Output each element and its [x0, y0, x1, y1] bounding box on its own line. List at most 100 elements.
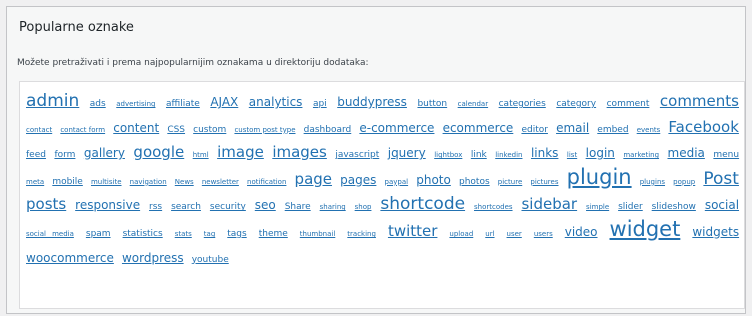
tag-link[interactable]: shop [355, 203, 372, 211]
tag-link[interactable]: newsletter [202, 178, 239, 186]
tag-link[interactable]: categories [499, 99, 546, 109]
tag-link[interactable]: analytics [249, 95, 303, 109]
tag-link[interactable]: security [210, 202, 246, 212]
tag-link[interactable]: shortcode [380, 194, 465, 214]
tag-link[interactable]: youtube [192, 255, 229, 265]
tag-link[interactable]: dashboard [304, 125, 352, 135]
tag-link[interactable]: form [54, 150, 75, 160]
tag-link[interactable]: email [556, 121, 589, 135]
tag-link[interactable]: stats [175, 230, 192, 238]
tag-link[interactable]: jquery [388, 146, 426, 160]
tag-link[interactable]: shortcodes [474, 203, 513, 211]
tag-link[interactable]: affiliate [166, 99, 200, 109]
tag-link[interactable]: widget [610, 217, 681, 241]
tag-link[interactable]: mobile [52, 177, 83, 187]
tag-link[interactable]: posts [26, 195, 66, 213]
tag-link[interactable]: ads [90, 99, 106, 109]
tag-link[interactable]: twitter [388, 222, 437, 240]
tag-link[interactable]: linkedin [495, 151, 522, 159]
tag-link[interactable]: embed [597, 125, 628, 135]
tag-link[interactable]: News [175, 178, 194, 186]
tag-link[interactable]: photo [416, 173, 451, 187]
tag-link[interactable]: pictures [530, 178, 558, 186]
tag-link[interactable]: statistics [123, 229, 163, 239]
tag-link[interactable]: url [485, 230, 494, 238]
tag-link[interactable]: popup [673, 178, 695, 186]
tag-link[interactable]: video [565, 225, 598, 239]
tag-link[interactable]: image [217, 143, 264, 161]
tag-link[interactable]: notification [247, 178, 286, 186]
tag-link[interactable]: social media [26, 230, 74, 238]
tag-link[interactable]: sidebar [521, 195, 577, 213]
tag-link[interactable]: link [471, 150, 487, 160]
tag-link[interactable]: CSS [167, 125, 185, 135]
tag-link[interactable]: links [531, 146, 558, 160]
tag-link[interactable]: simple [586, 203, 609, 211]
tag-link[interactable]: e-commerce [359, 121, 434, 135]
tag-link[interactable]: responsive [75, 198, 140, 212]
tag-link[interactable]: editor [521, 125, 548, 135]
tag-link[interactable]: meta [26, 178, 44, 186]
tag-link[interactable]: picture [498, 178, 522, 186]
tag-link[interactable]: slider [618, 202, 643, 212]
tag-link[interactable]: feed [26, 150, 46, 160]
tag-link[interactable]: sharing [320, 203, 346, 211]
tag-link[interactable]: wordpress [122, 251, 184, 265]
tag-link[interactable]: api [313, 99, 327, 109]
tag-link[interactable]: woocommerce [26, 251, 114, 265]
tag-link[interactable]: gallery [84, 146, 125, 160]
tag-link[interactable]: comment [607, 99, 650, 109]
tag-link[interactable]: search [171, 202, 201, 212]
tag-link[interactable]: seo [255, 198, 276, 212]
tag-link[interactable]: events [637, 126, 661, 134]
tag-link[interactable]: admin [26, 91, 79, 111]
tag-link[interactable]: media [668, 146, 705, 160]
tag-link[interactable]: calendar [458, 100, 488, 108]
tag-link[interactable]: list [567, 151, 577, 159]
tag-link[interactable]: tag [204, 230, 215, 238]
tag-link[interactable]: google [133, 143, 184, 161]
tag-link[interactable]: user [507, 230, 522, 238]
tag-link[interactable]: lightbox [434, 151, 462, 159]
tag-link[interactable]: users [534, 230, 553, 238]
tag-link[interactable]: images [272, 143, 327, 161]
tag-link[interactable]: plugin [567, 165, 632, 189]
tag-link[interactable]: page [295, 170, 332, 188]
tag-link[interactable]: Facebook [668, 118, 738, 136]
tag-link[interactable]: thumbnail [300, 230, 336, 238]
tag-link[interactable]: paypal [385, 178, 409, 186]
tag-link[interactable]: comments [660, 92, 739, 110]
tag-link[interactable]: advertising [116, 100, 155, 108]
tag-link[interactable]: buddypress [337, 95, 407, 109]
tag-link[interactable]: login [586, 146, 615, 160]
tag-link[interactable]: button [417, 99, 447, 109]
tag-link[interactable]: upload [449, 230, 473, 238]
tag-link[interactable]: AJAX [210, 95, 238, 109]
tag-link[interactable]: tracking [347, 230, 376, 238]
tag-link[interactable]: marketing [623, 151, 659, 159]
tag-link[interactable]: spam [86, 229, 111, 239]
tag-link[interactable]: html [193, 151, 209, 159]
tag-link[interactable]: contact [26, 126, 52, 134]
tag-link[interactable]: pages [340, 173, 376, 187]
tag-link[interactable]: rss [149, 202, 162, 212]
tag-link[interactable]: widgets [692, 225, 739, 239]
tag-link[interactable]: theme [259, 229, 288, 239]
tag-link[interactable]: category [556, 99, 596, 109]
tag-link[interactable]: Post [703, 169, 739, 189]
tag-link[interactable]: contact form [60, 126, 105, 134]
tag-link[interactable]: photos [459, 177, 490, 187]
tag-link[interactable]: custom post type [234, 126, 295, 134]
tag-link[interactable]: Share [285, 202, 311, 212]
tag-link[interactable]: custom [193, 125, 226, 135]
tag-link[interactable]: social [705, 198, 739, 212]
tag-link[interactable]: tags [227, 229, 246, 239]
tag-link[interactable]: menu [713, 150, 739, 160]
tag-link[interactable]: navigation [130, 178, 167, 186]
tag-link[interactable]: javascript [335, 150, 379, 160]
tag-link[interactable]: slideshow [652, 202, 696, 212]
tag-link[interactable]: content [113, 121, 159, 135]
tag-link[interactable]: ecommerce [443, 121, 514, 135]
tag-link[interactable]: multisite [91, 178, 122, 186]
tag-link[interactable]: plugins [640, 178, 665, 186]
